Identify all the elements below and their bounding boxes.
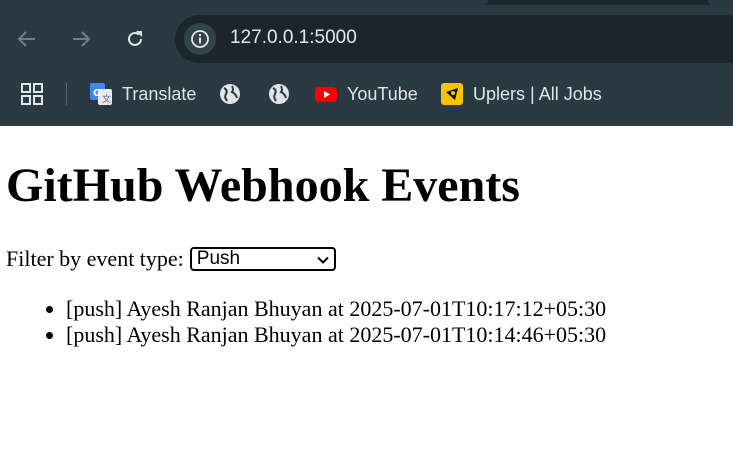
globe-icon <box>218 82 242 106</box>
bookmark-label: YouTube <box>347 83 418 104</box>
address-bar[interactable]: 127.0.0.1:5000 <box>175 15 733 63</box>
forward-button[interactable] <box>66 24 96 54</box>
svg-text:G: G <box>93 88 101 99</box>
bookmarks-bar: G 文 Translate YouTube Uplers | All Jobs <box>0 74 733 114</box>
back-button[interactable] <box>12 24 42 54</box>
list-item: [push] Ayesh Ranjan Bhuyan at 2025-07-01… <box>66 296 606 322</box>
arrow-right-icon <box>73 31 91 47</box>
reload-button[interactable] <box>120 24 150 54</box>
bookmark-translate[interactable]: G 文 Translate <box>89 80 196 108</box>
google-translate-icon: G 文 <box>89 82 113 106</box>
bookmark-label: Uplers | All Jobs <box>473 83 602 104</box>
bookmark-globe[interactable] <box>218 80 242 108</box>
bookmark-youtube[interactable]: YouTube <box>314 80 418 108</box>
event-list: [push] Ayesh Ranjan Bhuyan at 2025-07-01… <box>0 296 606 348</box>
tab-strip <box>0 0 733 5</box>
chevron-down-icon <box>317 256 329 264</box>
bookmark-uplers[interactable]: Uplers | All Jobs <box>440 80 602 108</box>
bookmark-globe[interactable] <box>267 80 291 108</box>
bookmark-label: Translate <box>122 83 197 104</box>
url-text[interactable]: 127.0.0.1:5000 <box>230 27 357 49</box>
page-title: GitHub Webhook Events <box>6 159 520 212</box>
arrow-left-icon <box>17 31 35 47</box>
tab[interactable] <box>708 0 733 5</box>
filter-row: Filter by event type: Push <box>6 246 336 272</box>
bookmark-separator <box>66 83 67 105</box>
apps-grid-icon[interactable] <box>20 82 44 106</box>
site-info-button[interactable] <box>184 23 216 55</box>
youtube-icon <box>314 82 338 106</box>
globe-icon <box>267 82 291 106</box>
browser-chrome: 127.0.0.1:5000 G 文 Translate YouTube Upl… <box>0 0 733 126</box>
event-type-select[interactable]: Push <box>189 247 336 271</box>
svg-text:文: 文 <box>102 93 111 105</box>
select-value: Push <box>196 248 241 269</box>
page-content: GitHub Webhook Events Filter by event ty… <box>0 126 733 472</box>
reload-icon <box>128 31 142 46</box>
active-tab[interactable] <box>0 0 488 5</box>
uplers-icon <box>440 82 464 106</box>
filter-label: Filter by event type: <box>6 246 184 271</box>
list-item: [push] Ayesh Ranjan Bhuyan at 2025-07-01… <box>66 322 606 348</box>
info-icon <box>191 30 209 48</box>
